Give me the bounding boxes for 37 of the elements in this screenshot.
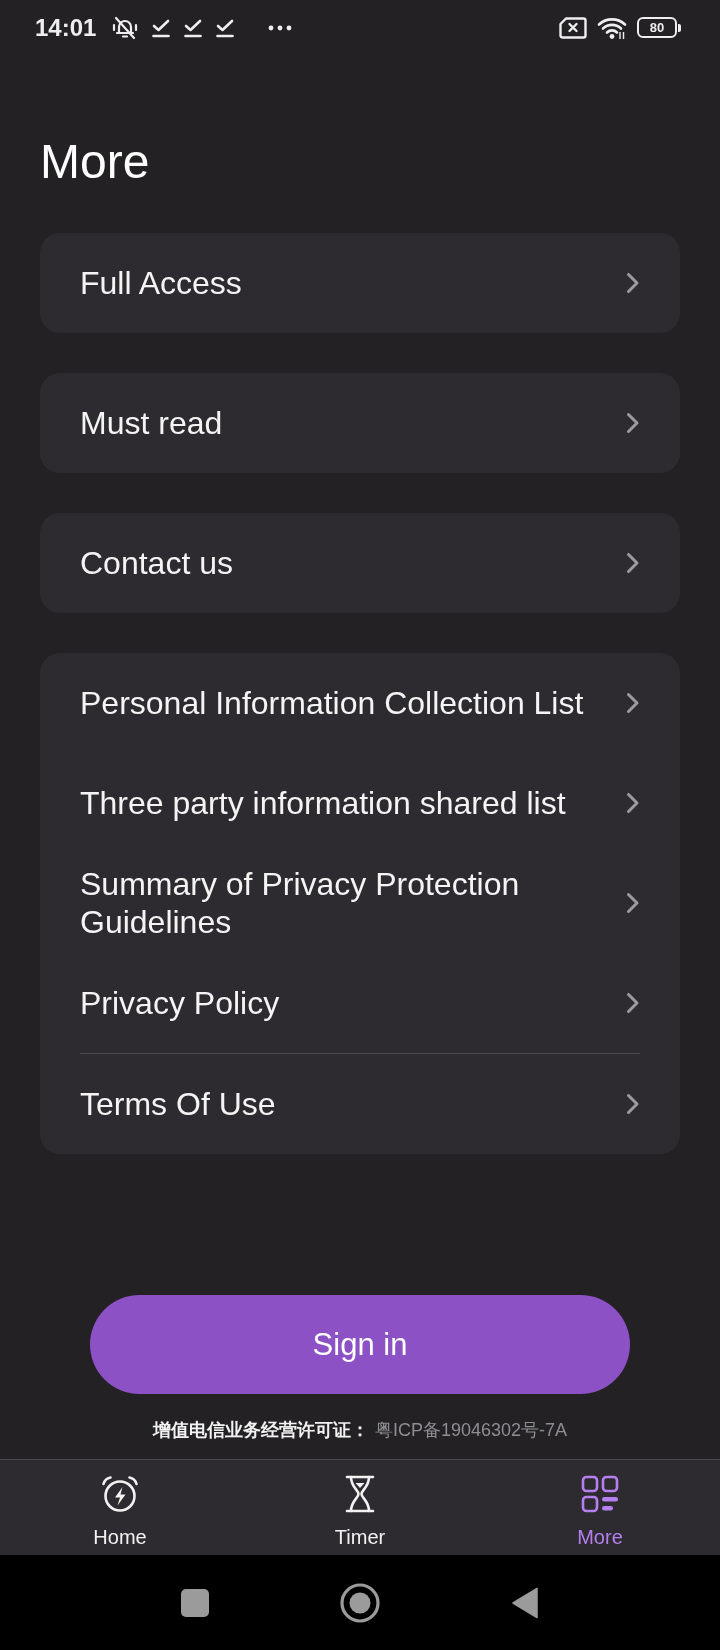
menu-item[interactable]: Privacy Policy: [40, 953, 680, 1053]
chevron-right-icon: [626, 1093, 640, 1115]
sign-in-button[interactable]: Sign in: [90, 1295, 630, 1394]
tick-icon: [184, 17, 203, 38]
tick-icon: [152, 17, 171, 38]
menu-item[interactable]: Personal Information Collection List: [40, 653, 680, 753]
chevron-right-icon: [626, 892, 640, 914]
tab-item[interactable]: Home: [0, 1460, 240, 1555]
status-time: 14:01: [35, 13, 97, 42]
ellipsis-icon: [268, 24, 293, 31]
menu-item[interactable]: Full Access: [40, 233, 680, 333]
tab-item[interactable]: More: [480, 1460, 720, 1555]
tick-icon: [216, 17, 235, 38]
chevron-right-icon: [626, 412, 640, 434]
tab-item[interactable]: Timer: [240, 1460, 480, 1555]
chevron-right-icon: [626, 792, 640, 814]
hourglass-icon: [345, 1475, 375, 1513]
wifi-icon: [597, 15, 627, 40]
no-sim-icon: [559, 16, 587, 39]
muted-bell-icon: [112, 14, 139, 41]
menu-item[interactable]: Must read: [40, 373, 680, 473]
license-label: 增值电信业务经营许可证：: [152, 1419, 369, 1442]
page-title: More: [40, 134, 150, 190]
menu-item[interactable]: Terms Of Use: [40, 1054, 680, 1154]
chevron-right-icon: [626, 272, 640, 294]
menu-item[interactable]: Summary of Privacy Protection Guidelines: [40, 853, 680, 953]
app-grid-icon: [581, 1475, 619, 1513]
square-icon[interactable]: [181, 1588, 209, 1617]
chevron-right-icon: [626, 992, 640, 1014]
menu-item[interactable]: Contact us: [40, 513, 680, 613]
chevron-right-icon: [626, 692, 640, 714]
menu-item[interactable]: Three party information shared list: [40, 753, 680, 853]
alarm-clock-bolt-icon: [100, 1475, 140, 1513]
back-icon[interactable]: [511, 1586, 539, 1619]
circle-icon[interactable]: [340, 1582, 380, 1623]
chevron-right-icon: [626, 552, 640, 574]
license-number: 粤ICP备19046302号-7A: [374, 1419, 568, 1442]
